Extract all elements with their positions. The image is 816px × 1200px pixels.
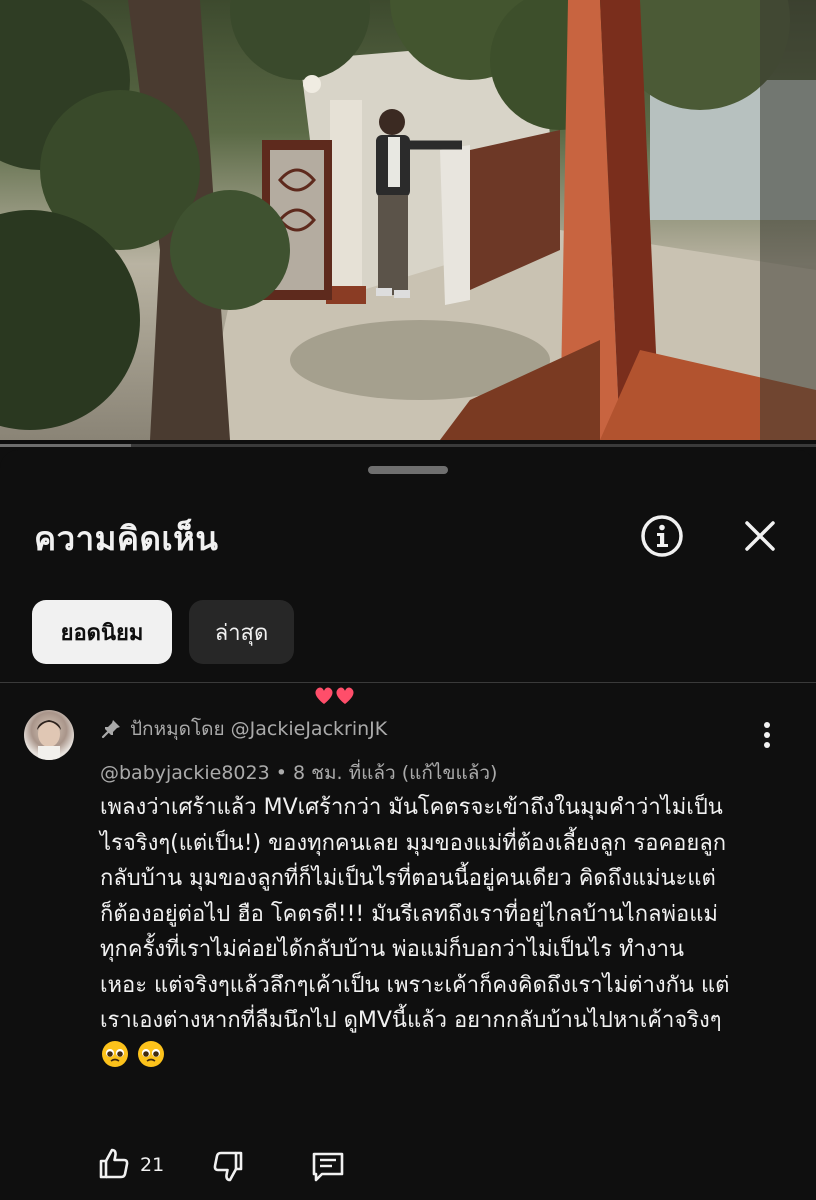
drag-handle[interactable] — [368, 466, 448, 474]
creator-heart-icon — [313, 684, 357, 708]
info-icon[interactable] — [638, 512, 686, 560]
reply-icon[interactable] — [310, 1148, 346, 1184]
avatar[interactable] — [24, 710, 74, 760]
like-icon[interactable] — [96, 1146, 132, 1182]
more-options-icon[interactable] — [752, 718, 782, 752]
panel-title: ความคิดเห็น — [34, 519, 219, 558]
pleading-face-emoji — [100, 1040, 130, 1069]
progress-fill — [0, 444, 131, 447]
pinned-label: ปักหมุดโดย @JackieJackrinJK — [130, 718, 388, 740]
pleading-face-emoji — [130, 1040, 166, 1069]
pin-icon — [101, 720, 120, 739]
close-icon[interactable] — [738, 514, 782, 558]
comments-sheet: ความคิดเห็น ยอดนิยม ล่าสุด ปักหมุดโดย @J… — [0, 450, 816, 1200]
comment-body: เพลงว่าเศร้าแล้ว MVเศร้ากว่า มันโคตรจะเข… — [100, 790, 800, 1074]
comment-meta: @babyjackie8023 • 8 ชม. ที่แล้ว (แก้ไขแล… — [100, 762, 498, 784]
comment-actions: 21 — [96, 1146, 496, 1186]
dislike-icon[interactable] — [210, 1148, 246, 1184]
divider — [0, 682, 816, 683]
pinned-row: ปักหมุดโดย @JackieJackrinJK — [100, 714, 387, 744]
comment-text: เพลงว่าเศร้าแล้ว MVเศร้ากว่า มันโคตรจะเข… — [100, 795, 730, 1033]
sort-chip-newest[interactable]: ล่าสุด — [189, 600, 294, 664]
like-count: 21 — [140, 1154, 165, 1176]
video-frame[interactable] — [0, 0, 816, 440]
sort-chip-top[interactable]: ยอดนิยม — [32, 600, 172, 664]
video-scene — [0, 0, 816, 440]
